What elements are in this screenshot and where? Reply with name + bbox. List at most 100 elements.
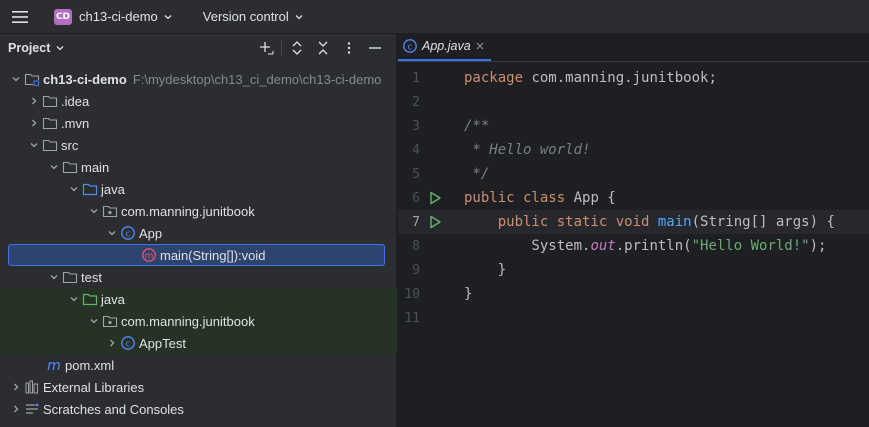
chevron-right-icon[interactable] — [26, 93, 42, 109]
folder-icon — [62, 269, 78, 285]
folder-icon — [42, 137, 58, 153]
hamburger-icon — [12, 10, 28, 23]
tree-node-label: pom.xml — [65, 357, 115, 373]
add-file-icon — [260, 42, 274, 55]
collapse-all-button[interactable] — [310, 35, 336, 61]
svg-text:m: m — [145, 252, 154, 262]
chevron-down-icon[interactable] — [86, 203, 102, 219]
tree-node-label: .idea — [61, 93, 90, 109]
tree-node-apptest-class[interactable]: c AppTest — [0, 332, 397, 354]
hide-panel-button[interactable] — [362, 35, 388, 61]
code-text: */ — [464, 166, 490, 182]
code-text: System.out.println("Hello World!"); — [464, 238, 827, 254]
tree-node-test-java[interactable]: java — [0, 288, 397, 310]
tree-node-main-java[interactable]: java — [0, 178, 397, 200]
code-area[interactable]: 1 package com.manning.junitbook; 2 3 /**… — [398, 66, 869, 330]
tree-node-root-module[interactable]: ch13-ci-demo F:\mydesktop\ch13_ci_demo\c… — [0, 68, 397, 90]
tree-node-label: main(String[]):void — [160, 247, 266, 263]
chevron-right-icon[interactable] — [104, 335, 120, 351]
svg-text:c: c — [126, 340, 131, 350]
code-text: package com.manning.junitbook; — [464, 70, 717, 86]
collapse-all-icon — [318, 41, 328, 55]
editor-tab-bar: c App.java — [398, 34, 869, 62]
tree-node-src[interactable]: src — [0, 134, 397, 156]
chevron-down-icon[interactable] — [104, 225, 120, 241]
project-name: ch13-ci-demo — [79, 9, 158, 24]
class-icon: c — [120, 225, 136, 241]
code-text: public class App { — [464, 190, 616, 206]
line-number: 10 — [404, 286, 420, 302]
tree-node-external-libraries[interactable]: External Libraries — [0, 376, 397, 398]
maven-icon: m — [46, 357, 62, 373]
code-line: 11 — [398, 306, 869, 330]
project-badge: CD — [54, 8, 72, 25]
expand-all-button[interactable] — [284, 35, 310, 61]
tree-node-pom[interactable]: m pom.xml — [0, 354, 397, 376]
line-number: 7 — [412, 214, 420, 230]
tree-node-label: External Libraries — [43, 379, 145, 395]
code-line: 6 public class App { — [398, 186, 869, 210]
expand-all-icon — [292, 41, 302, 55]
code-text: * Hello world! — [464, 142, 591, 158]
line-number: 5 — [412, 166, 420, 182]
main-menu-button[interactable] — [0, 0, 40, 34]
options-menu-button[interactable] — [336, 35, 362, 61]
tree-node-scratches[interactable]: Scratches and Consoles — [0, 398, 397, 420]
tree-node-label: test — [81, 269, 102, 285]
tree-node-main-method[interactable]: m main(String[]):void — [8, 244, 385, 266]
run-icon — [430, 191, 441, 205]
tree-node-test-package[interactable]: com.manning.junitbook — [0, 310, 397, 332]
chevron-down-icon[interactable] — [66, 291, 82, 307]
line-number: 1 — [412, 70, 420, 86]
code-text: } — [464, 286, 473, 302]
title-bar: CD ch13-ci-demo Version control — [0, 0, 869, 34]
close-icon[interactable] — [475, 41, 485, 51]
run-main-button[interactable] — [420, 215, 450, 229]
tree-node-label: App — [139, 225, 163, 241]
tree-node-app-class[interactable]: c App — [0, 222, 397, 244]
tree-node-test[interactable]: test — [0, 266, 397, 288]
folder-icon — [62, 159, 78, 175]
svg-text:c: c — [126, 230, 131, 240]
project-view-selector[interactable]: Project — [8, 41, 50, 55]
line-number: 11 — [404, 310, 420, 326]
tree-node-label: .mvn — [61, 115, 90, 131]
scratches-icon — [24, 401, 40, 417]
tree-node-label: com.manning.junitbook — [121, 313, 255, 329]
chevron-right-icon[interactable] — [8, 379, 24, 395]
code-line: 8 System.out.println("Hello World!"); — [398, 234, 869, 258]
chevron-down-icon[interactable] — [86, 313, 102, 329]
line-number: 6 — [412, 190, 420, 206]
chevron-right-icon[interactable] — [8, 401, 24, 417]
tree-node-label: java — [101, 181, 125, 197]
code-editor: c App.java 1 package com.manning.junitbo… — [398, 34, 869, 427]
chevron-down-icon[interactable] — [55, 43, 65, 53]
code-line: 3 /** — [398, 114, 869, 138]
chevron-down-icon[interactable] — [8, 71, 24, 87]
tab-app-java[interactable]: c App.java — [398, 33, 491, 61]
class-icon: c — [402, 38, 418, 54]
project-switcher[interactable]: CD ch13-ci-demo — [50, 4, 177, 30]
chevron-right-icon[interactable] — [26, 115, 42, 131]
version-control-menu[interactable]: Version control — [203, 9, 304, 24]
chevron-down-icon — [294, 12, 304, 22]
chevron-down-icon[interactable] — [26, 137, 42, 153]
code-line-current: 7 public static void main(String[] args)… — [398, 210, 869, 234]
project-path: F:\mydesktop\ch13_ci_demo\ch13-ci-demo — [132, 71, 382, 87]
tree-node-idea[interactable]: .idea — [0, 90, 397, 112]
chevron-down-icon[interactable] — [46, 269, 62, 285]
code-text: /** — [464, 118, 490, 134]
package-icon — [102, 313, 118, 329]
chevron-down-icon[interactable] — [66, 181, 82, 197]
tree-node-mvn[interactable]: .mvn — [0, 112, 397, 134]
chevron-down-icon[interactable] — [46, 159, 62, 175]
run-class-button[interactable] — [420, 191, 450, 205]
code-line: 2 — [398, 90, 869, 114]
tree-node-main-package[interactable]: com.manning.junitbook — [0, 200, 397, 222]
line-number: 2 — [412, 94, 420, 110]
code-line: 9 } — [398, 258, 869, 282]
tree-node-main[interactable]: main — [0, 156, 397, 178]
new-file-button[interactable] — [253, 35, 279, 61]
chevron-down-icon — [163, 12, 173, 22]
folder-icon — [42, 93, 58, 109]
